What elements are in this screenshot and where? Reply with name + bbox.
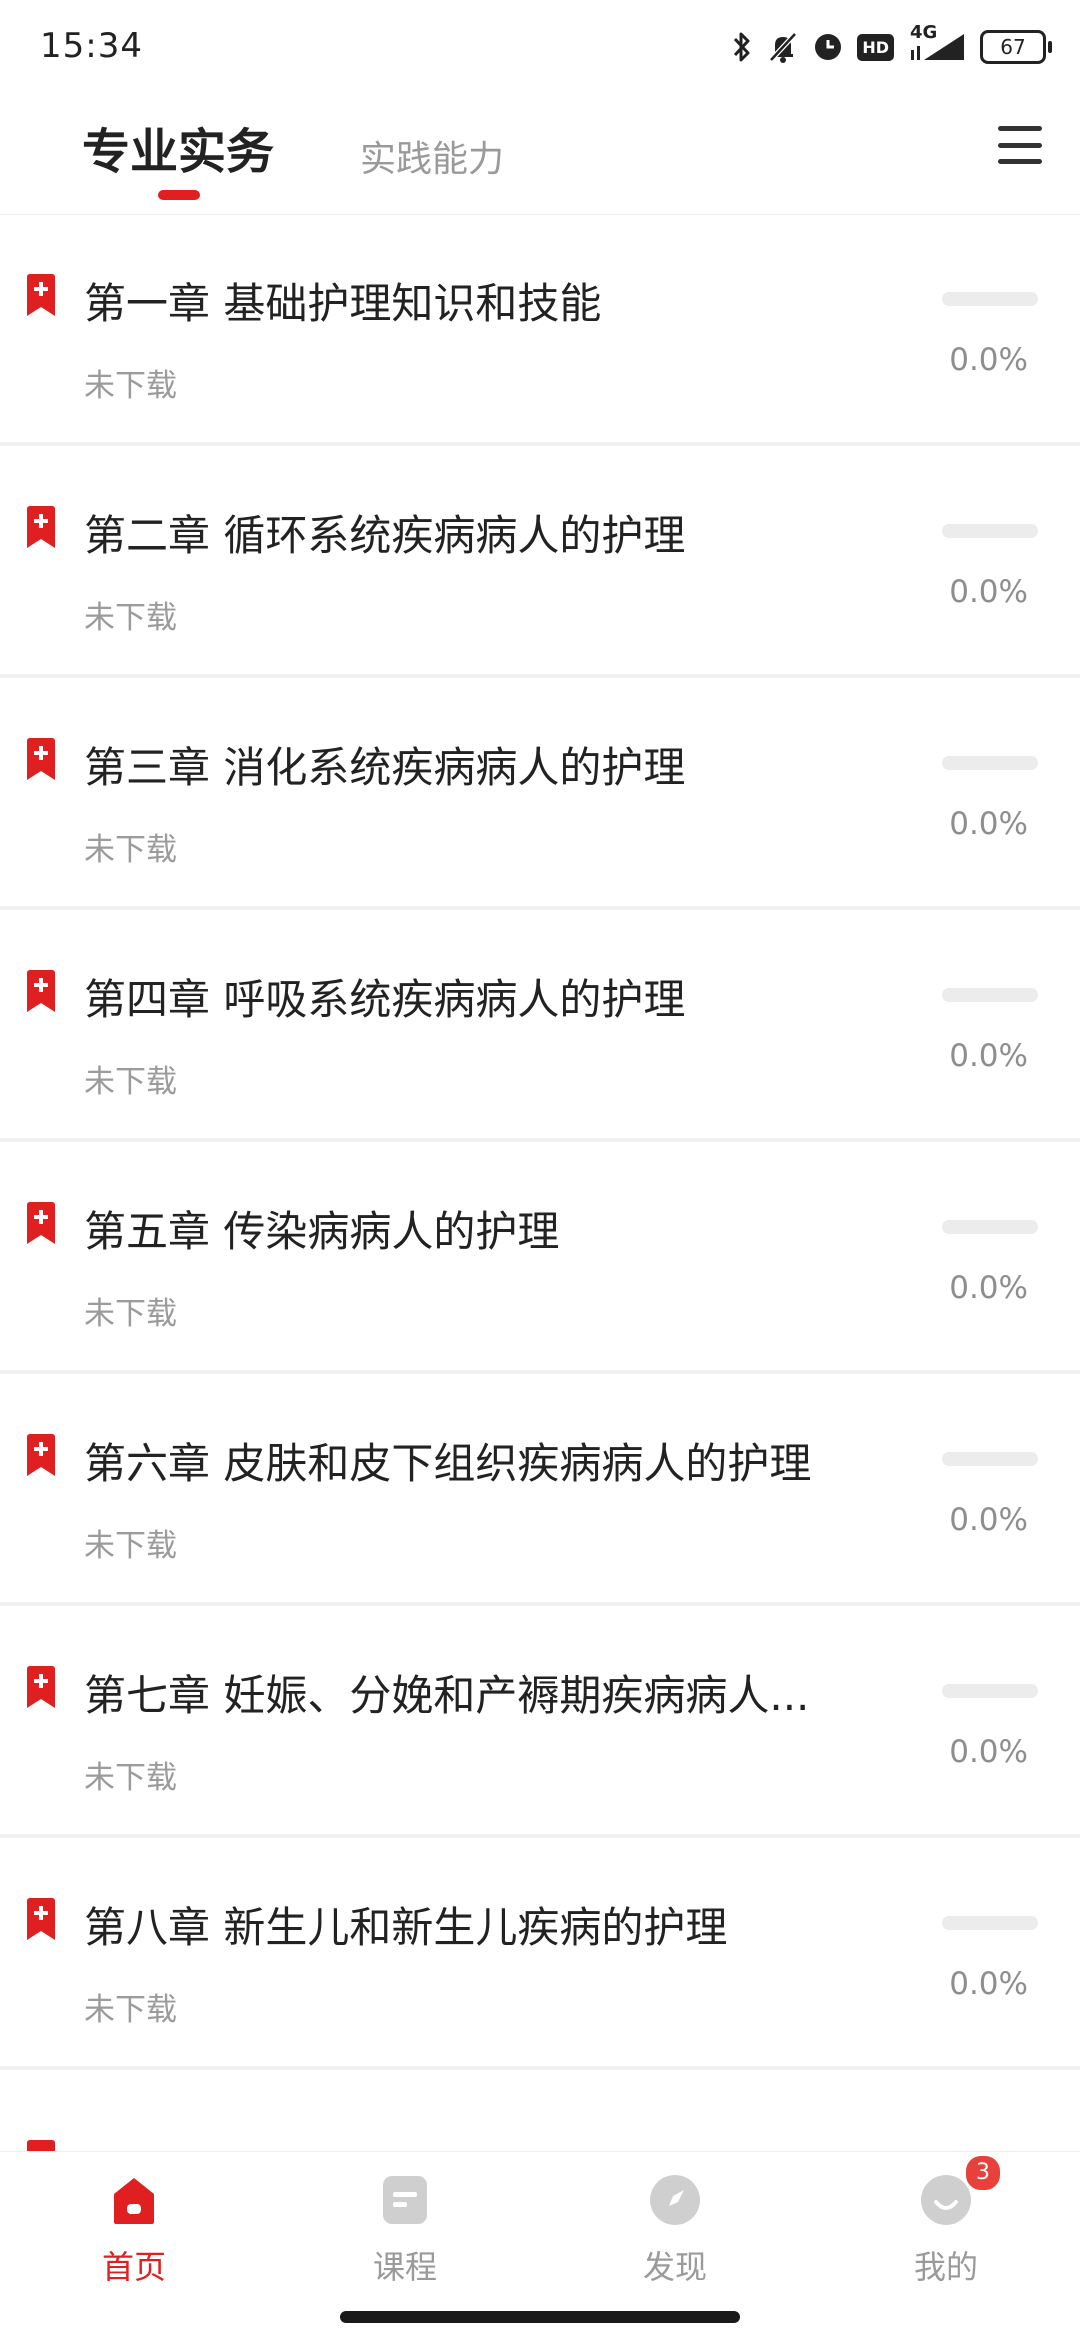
status-time: 15:34 (40, 26, 143, 66)
chapter-row[interactable]: 第二章 循环系统疾病病人的护理 未下载 0.0% (0, 446, 1080, 678)
chapter-title: 第二章 循环系统疾病病人的护理 (84, 511, 686, 560)
progress-percent: 0.0% (949, 574, 1028, 610)
progress-percent: 0.0% (949, 1734, 1028, 1770)
bookmark-icon (27, 970, 55, 1012)
progress-percent: 0.0% (949, 342, 1028, 378)
nav-discover[interactable]: 发现 (595, 2172, 755, 2288)
nav-label: 课程 (372, 2248, 437, 2286)
chapter-row[interactable]: 第四章 呼吸系统疾病病人的护理 未下载 0.0% (0, 910, 1080, 1142)
progress-percent: 0.0% (949, 1038, 1028, 1074)
download-status: 未下载 (84, 1760, 177, 1796)
progress-bar (942, 292, 1038, 306)
chapter-row[interactable]: 第八章 新生儿和新生儿疾病的护理 未下载 0.0% (0, 1838, 1080, 2070)
profile-icon: 3 (918, 2154, 1002, 2228)
chapter-title: 第八章 新生儿和新生儿疾病的护理 (84, 1903, 728, 1952)
chapter-title: 第四章 呼吸系统疾病病人的护理 (84, 975, 686, 1024)
tab-practical-ability[interactable]: 实践能力 (360, 130, 504, 182)
chapter-title: 第一章 基础护理知识和技能 (84, 279, 602, 328)
active-tab-indicator (158, 190, 200, 200)
status-icons: HD 4G 67 (731, 22, 1052, 72)
signal-icon: 4G (908, 24, 966, 62)
progress-bar (942, 1220, 1038, 1234)
progress-bar (942, 1916, 1038, 1930)
chapter-row[interactable]: 第六章 皮肤和皮下组织疾病病人的护理 未下载 0.0% (0, 1374, 1080, 1606)
chapter-title: 第五章 传染病病人的护理 (84, 1207, 560, 1256)
progress-percent: 0.0% (949, 1502, 1028, 1538)
tab-label: 实践能力 (360, 139, 505, 180)
status-bar: 15:34 HD 4G 67 (0, 0, 1080, 96)
progress-percent: 0.0% (949, 806, 1028, 842)
download-status: 未下载 (84, 1528, 177, 1564)
chapter-row[interactable]: 第七章 妊娠、分娩和产褥期疾病病人... 未下载 0.0% (0, 1606, 1080, 1838)
chapter-row-partial[interactable] (0, 2070, 1080, 2151)
bookmark-icon (27, 1666, 55, 1708)
nav-home[interactable]: 首页 (54, 2172, 214, 2288)
nav-label: 我的 (913, 2248, 978, 2286)
chapter-list[interactable]: 第一章 基础护理知识和技能 未下载 0.0% 第二章 循环系统疾病病人的护理 未… (0, 214, 1080, 2151)
bookmark-icon (27, 2140, 55, 2151)
bookmark-icon (27, 506, 55, 548)
chapter-row[interactable]: 第三章 消化系统疾病病人的护理 未下载 0.0% (0, 678, 1080, 910)
tab-label: 专业实务 (82, 124, 275, 180)
download-status: 未下载 (84, 1064, 177, 1100)
tab-professional-practice[interactable]: 专业实务 (82, 112, 275, 200)
nav-label: 首页 (101, 2248, 166, 2286)
download-status: 未下载 (84, 832, 177, 868)
progress-bar (942, 1452, 1038, 1466)
notification-badge: 3 (964, 2154, 1002, 2192)
bookmark-icon (27, 1202, 55, 1244)
chapter-row[interactable]: 第一章 基础护理知识和技能 未下载 0.0% (0, 214, 1080, 446)
home-icon (106, 2172, 162, 2228)
menu-icon[interactable] (998, 126, 1042, 164)
nav-courses[interactable]: 课程 (325, 2172, 485, 2288)
top-tab-bar: 专业实务 实践能力 (0, 96, 1080, 215)
chapter-row[interactable]: 第五章 传染病病人的护理 未下载 0.0% (0, 1142, 1080, 1374)
bluetooth-icon (731, 30, 753, 64)
hd-icon: HD (857, 33, 894, 61)
chapter-title: 第六章 皮肤和皮下组织疾病病人的护理 (84, 1439, 812, 1488)
chapter-title: 第七章 妊娠、分娩和产褥期疾病病人... (84, 1671, 810, 1720)
progress-percent: 0.0% (949, 1966, 1028, 2002)
compass-icon (647, 2172, 703, 2228)
progress-bar (942, 1684, 1038, 1698)
bookmark-icon (27, 738, 55, 780)
download-status: 未下载 (84, 1992, 177, 2028)
download-status: 未下载 (84, 600, 177, 636)
nav-profile[interactable]: 3 我的 (866, 2154, 1026, 2288)
bookmark-icon (27, 1898, 55, 1940)
network-label: 4G (910, 22, 938, 43)
progress-percent: 0.0% (949, 1270, 1028, 1306)
chapter-title: 第三章 消化系统疾病病人的护理 (84, 743, 686, 792)
battery-icon: 67 (980, 30, 1052, 64)
nav-label: 发现 (642, 2248, 707, 2286)
home-indicator[interactable] (340, 2311, 740, 2323)
alarm-icon (813, 32, 843, 62)
progress-bar (942, 524, 1038, 538)
course-icon (377, 2172, 433, 2228)
progress-bar (942, 988, 1038, 1002)
bookmark-icon (27, 274, 55, 316)
bell-muted-icon (767, 30, 799, 64)
progress-bar (942, 756, 1038, 770)
download-status: 未下载 (84, 1296, 177, 1332)
download-status: 未下载 (84, 368, 177, 404)
bookmark-icon (27, 1434, 55, 1476)
